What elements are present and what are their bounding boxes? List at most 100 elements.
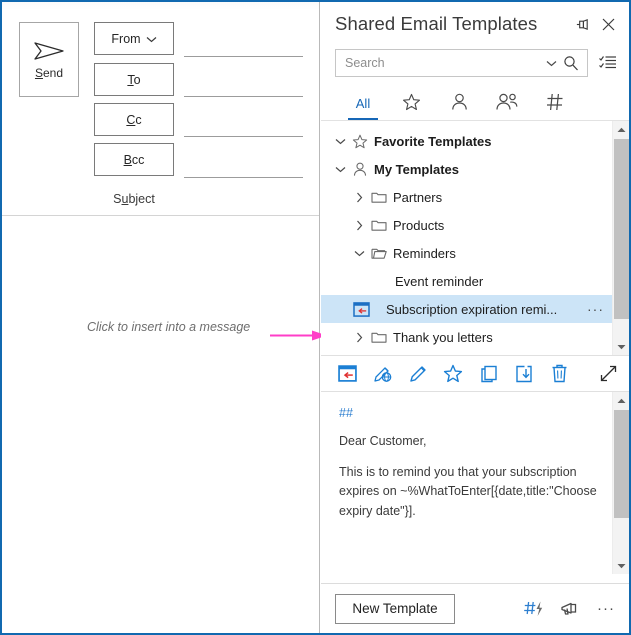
- search-icon[interactable]: [561, 53, 581, 73]
- tree-node-subscription-expiration-reminder[interactable]: Subscription expiration remi... ···: [321, 295, 612, 323]
- checklist-icon[interactable]: [597, 52, 619, 74]
- edit-in-html-button[interactable]: [372, 362, 393, 386]
- scroll-up-icon[interactable]: [613, 392, 629, 409]
- from-button[interactable]: From: [94, 22, 174, 55]
- email-compose-pane: Send From To Cc Bcc Subject: [2, 2, 320, 633]
- to-button[interactable]: To: [94, 63, 174, 96]
- insert-template-button[interactable]: [337, 362, 358, 386]
- send-button[interactable]: Send: [19, 22, 79, 97]
- tab-my-templates[interactable]: [435, 86, 483, 120]
- scroll-down-icon[interactable]: [613, 338, 629, 355]
- subject-label: Subject: [113, 192, 155, 206]
- scroll-down-icon[interactable]: [613, 557, 629, 574]
- chevron-right-icon[interactable]: [350, 328, 368, 346]
- delete-button[interactable]: [549, 362, 570, 386]
- chevron-down-icon[interactable]: [331, 132, 349, 150]
- tree-node-my-templates[interactable]: My Templates: [321, 155, 612, 183]
- save-button[interactable]: [513, 362, 534, 386]
- folder-icon: [368, 216, 390, 234]
- send-button-label: Send: [34, 65, 64, 80]
- chevron-down-icon[interactable]: [350, 244, 368, 262]
- shared-email-templates-panel: Shared Email Templates Search All Favori…: [321, 2, 629, 633]
- tree-node-label: Products: [393, 217, 445, 233]
- copy-button[interactable]: [478, 362, 499, 386]
- chevron-down-icon: [146, 32, 157, 46]
- search-box[interactable]: [335, 49, 588, 77]
- bcc-button[interactable]: Bcc: [94, 143, 174, 176]
- tab-all[interactable]: All: [339, 86, 387, 120]
- panel-title: Shared Email Templates: [335, 13, 538, 34]
- more-options-icon[interactable]: ···: [587, 301, 604, 317]
- cc-button[interactable]: Cc: [94, 103, 174, 136]
- folder-icon: [368, 188, 390, 206]
- tree-node-label: My Templates: [374, 161, 460, 177]
- bcc-button-label: Bcc: [123, 152, 145, 167]
- tab-tags[interactable]: [531, 86, 579, 120]
- message-body-area[interactable]: [2, 216, 319, 632]
- chevron-right-icon[interactable]: [350, 188, 368, 206]
- preview-paragraph: Dear Customer,: [339, 434, 427, 449]
- people-icon: [496, 93, 518, 114]
- chevron-down-icon[interactable]: [541, 53, 561, 73]
- preview-hash-marker: ##: [339, 406, 353, 420]
- preview-paragraph: This is to remind you that your subscrip…: [339, 464, 597, 518]
- edit-template-button[interactable]: [408, 362, 429, 386]
- close-icon[interactable]: [595, 11, 621, 37]
- tree-node-thank-you-letters[interactable]: Thank you letters: [321, 323, 612, 351]
- tree-node-label: Reminders: [393, 245, 456, 261]
- template-preview[interactable]: ## Dear Customer, This is to remind you …: [321, 392, 612, 574]
- tree-node-reminders[interactable]: Reminders: [321, 239, 612, 267]
- search-input[interactable]: [345, 56, 541, 70]
- folder-open-icon: [368, 244, 390, 262]
- add-to-favorites-button[interactable]: [443, 362, 464, 386]
- folder-icon: [368, 328, 390, 346]
- to-input-line[interactable]: [184, 96, 303, 97]
- star-icon: [349, 132, 371, 150]
- annotation-arrow-icon: [270, 328, 328, 341]
- expand-button[interactable]: [598, 362, 619, 386]
- template-preview-container: ## Dear Customer, This is to remind you …: [321, 392, 629, 574]
- new-template-button[interactable]: New Template: [335, 593, 455, 624]
- annotation-text: Click to insert into a message: [87, 320, 251, 334]
- search-row: [321, 46, 629, 77]
- preview-scrollbar-thumb[interactable]: [614, 410, 629, 518]
- tree-node-partners[interactable]: Partners: [321, 183, 612, 211]
- template-tree-container: Favorite Templates My Templates Partners…: [321, 121, 629, 356]
- tab-favorites[interactable]: [387, 86, 435, 120]
- template-action-toolbar: [321, 356, 629, 392]
- tree-node-label: Subscription expiration remi...: [386, 301, 558, 317]
- compose-header-fields: Send From To Cc Bcc Subject: [2, 2, 319, 216]
- template-tree: Favorite Templates My Templates Partners…: [321, 121, 612, 355]
- person-icon: [451, 93, 468, 114]
- application-window: Send From To Cc Bcc Subject Click to ins…: [0, 0, 631, 635]
- more-options-icon[interactable]: ···: [593, 597, 619, 621]
- chevron-down-icon[interactable]: [331, 160, 349, 178]
- tab-bar: All: [321, 82, 629, 120]
- to-button-label: To: [127, 72, 141, 87]
- tree-node-label: Favorite Templates: [374, 133, 492, 149]
- chevron-right-icon[interactable]: [350, 216, 368, 234]
- tree-node-products[interactable]: Products: [321, 211, 612, 239]
- tree-node-event-reminder[interactable]: Event reminder: [321, 267, 612, 295]
- cc-button-label: Cc: [126, 112, 142, 127]
- hash-lightning-icon[interactable]: [521, 597, 547, 621]
- hash-icon: [546, 93, 564, 114]
- tree-scrollbar-thumb[interactable]: [614, 139, 629, 319]
- from-button-label: From: [111, 31, 141, 46]
- bcc-input-line[interactable]: [184, 177, 303, 178]
- scroll-up-icon[interactable]: [613, 121, 629, 138]
- insert-template-icon[interactable]: [350, 300, 372, 318]
- from-input-line[interactable]: [184, 56, 303, 57]
- star-icon: [402, 93, 421, 114]
- tree-node-label: Partners: [393, 189, 443, 205]
- person-icon: [349, 160, 371, 178]
- tree-scrollbar[interactable]: [612, 121, 629, 355]
- pin-icon[interactable]: [569, 11, 595, 37]
- cc-input-line[interactable]: [184, 136, 303, 137]
- tab-team-templates[interactable]: [483, 86, 531, 120]
- preview-scrollbar[interactable]: [612, 392, 629, 574]
- megaphone-icon[interactable]: [557, 597, 583, 621]
- send-arrow-icon: [32, 40, 66, 62]
- panel-footer: New Template ···: [321, 583, 629, 633]
- tree-node-favorite-templates[interactable]: Favorite Templates: [321, 127, 612, 155]
